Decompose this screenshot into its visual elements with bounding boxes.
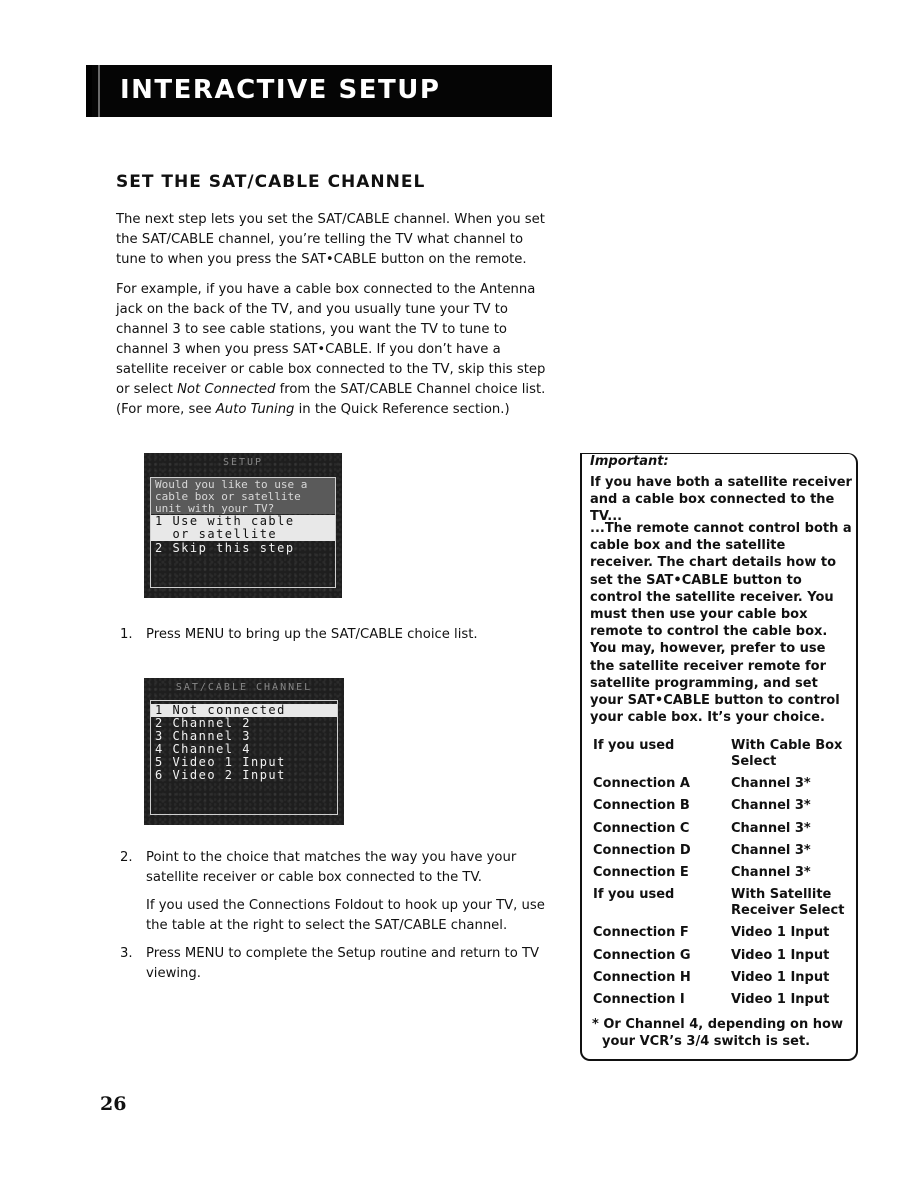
table-cell: Video 1 Input — [731, 992, 830, 1008]
chapter-header: INTERACTIVE SETUP — [86, 65, 552, 117]
p2-emphasis-auto-tuning: Auto Tuning — [215, 402, 295, 417]
p2-text-a: For example, if you have a cable box con… — [116, 282, 546, 397]
table-header: With Satellite Receiver Select — [731, 887, 845, 919]
table-row: Connection G Video 1 Input — [590, 948, 856, 970]
connection-table: If you used With Cable Box Select Connec… — [590, 738, 856, 1015]
menu-option-skip-step[interactable]: 2 Skip this step — [151, 542, 335, 555]
table-cell: Connection I — [593, 992, 685, 1008]
table-row: Connection E Channel 3* — [590, 865, 856, 887]
table-row: Connection A Channel 3* — [590, 776, 856, 798]
table-cell: Video 1 Input — [731, 947, 830, 963]
p2-text-c: in the Quick Reference section.) — [294, 402, 510, 417]
header-rule — [98, 65, 100, 117]
table-cell: Connection E — [593, 865, 689, 881]
screen-title: SETUP — [222, 457, 264, 468]
screen-title: SAT/CABLE CHANNEL — [175, 682, 313, 693]
table-cell: Channel 3* — [731, 820, 811, 836]
table-cell: Connection G — [593, 947, 691, 963]
table-cell: Channel 3* — [731, 798, 811, 814]
table-cell: Connection B — [593, 798, 690, 814]
table-header: With Cable Box Select — [731, 738, 843, 769]
table-header-row: If you used With Cable Box Select — [590, 738, 856, 776]
table-header-row: If you used With Satellite Receiver Sele… — [590, 887, 856, 925]
table-row: Connection H Video 1 Input — [590, 970, 856, 992]
tv-screen-setup-menu: SETUP Would you like to use a cable box … — [144, 453, 342, 598]
table-cell: Channel 3* — [731, 865, 811, 881]
step-text: Press MENU to bring up the SAT/CABLE cho… — [146, 627, 478, 642]
table-cell: Video 1 Input — [731, 925, 830, 941]
table-cell: Connection F — [593, 925, 689, 941]
section-title: SET THE SAT/CABLE CHANNEL — [116, 172, 426, 192]
table-header: If you used — [593, 738, 675, 753]
step-number: 3. — [120, 946, 133, 961]
intro-paragraph-1: The next step lets you set the SAT/CABLE… — [116, 212, 545, 267]
table-cell: Channel 3* — [731, 842, 811, 858]
table-row: Connection D Channel 3* — [590, 843, 856, 865]
callout-lead: If you have both a satellite receiver an… — [590, 474, 852, 525]
menu-option-use-cable-satellite[interactable]: 1 Use with cable or satellite — [151, 515, 335, 541]
menu-option-video-2-input[interactable]: 6 Video 2 Input — [151, 769, 337, 782]
step-number: 2. — [120, 850, 133, 865]
table-cell: Connection H — [593, 970, 691, 986]
step-text: Press MENU to complete the Setup routine… — [146, 946, 540, 981]
table-header: If you used — [593, 887, 675, 903]
step-text: Point to the choice that matches the way… — [146, 850, 517, 885]
step-number: 1. — [120, 627, 133, 642]
intro-paragraph-2: For example, if you have a cable box con… — [116, 280, 556, 420]
table-footnote: * Or Channel 4, depending on how your VC… — [592, 1017, 843, 1049]
important-callout: Important: If you have both a satellite … — [580, 453, 858, 1061]
callout-lead-text: If you have both a satellite receiver an… — [590, 475, 852, 524]
table-cell: Channel 3* — [731, 776, 811, 791]
table-row: Connection F Video 1 Input — [590, 925, 856, 947]
p2-emphasis-not-connected: Not Connected — [177, 382, 276, 397]
table-row: Connection B Channel 3* — [590, 798, 856, 820]
tv-screen-sat-cable-list: SAT/CABLE CHANNEL 1 Not connected 2 Chan… — [144, 678, 344, 825]
table-cell: Connection A — [593, 776, 690, 791]
table-cell: Connection D — [593, 842, 691, 858]
chapter-title: INTERACTIVE SETUP — [120, 75, 441, 105]
step-note-text: If you used the Connections Foldout to h… — [146, 898, 545, 933]
callout-label: Important: — [590, 454, 669, 469]
callout-body: ...The remote cannot control both a cabl… — [590, 521, 852, 726]
table-cell: Connection C — [593, 820, 690, 836]
table-cell: Video 1 Input — [731, 970, 830, 986]
page-number: 26 — [100, 1093, 127, 1115]
table-row: Connection I Video 1 Input — [590, 992, 856, 1014]
table-row: Connection C Channel 3* — [590, 821, 856, 843]
screen-prompt: Would you like to use a cable box or sat… — [151, 478, 335, 515]
